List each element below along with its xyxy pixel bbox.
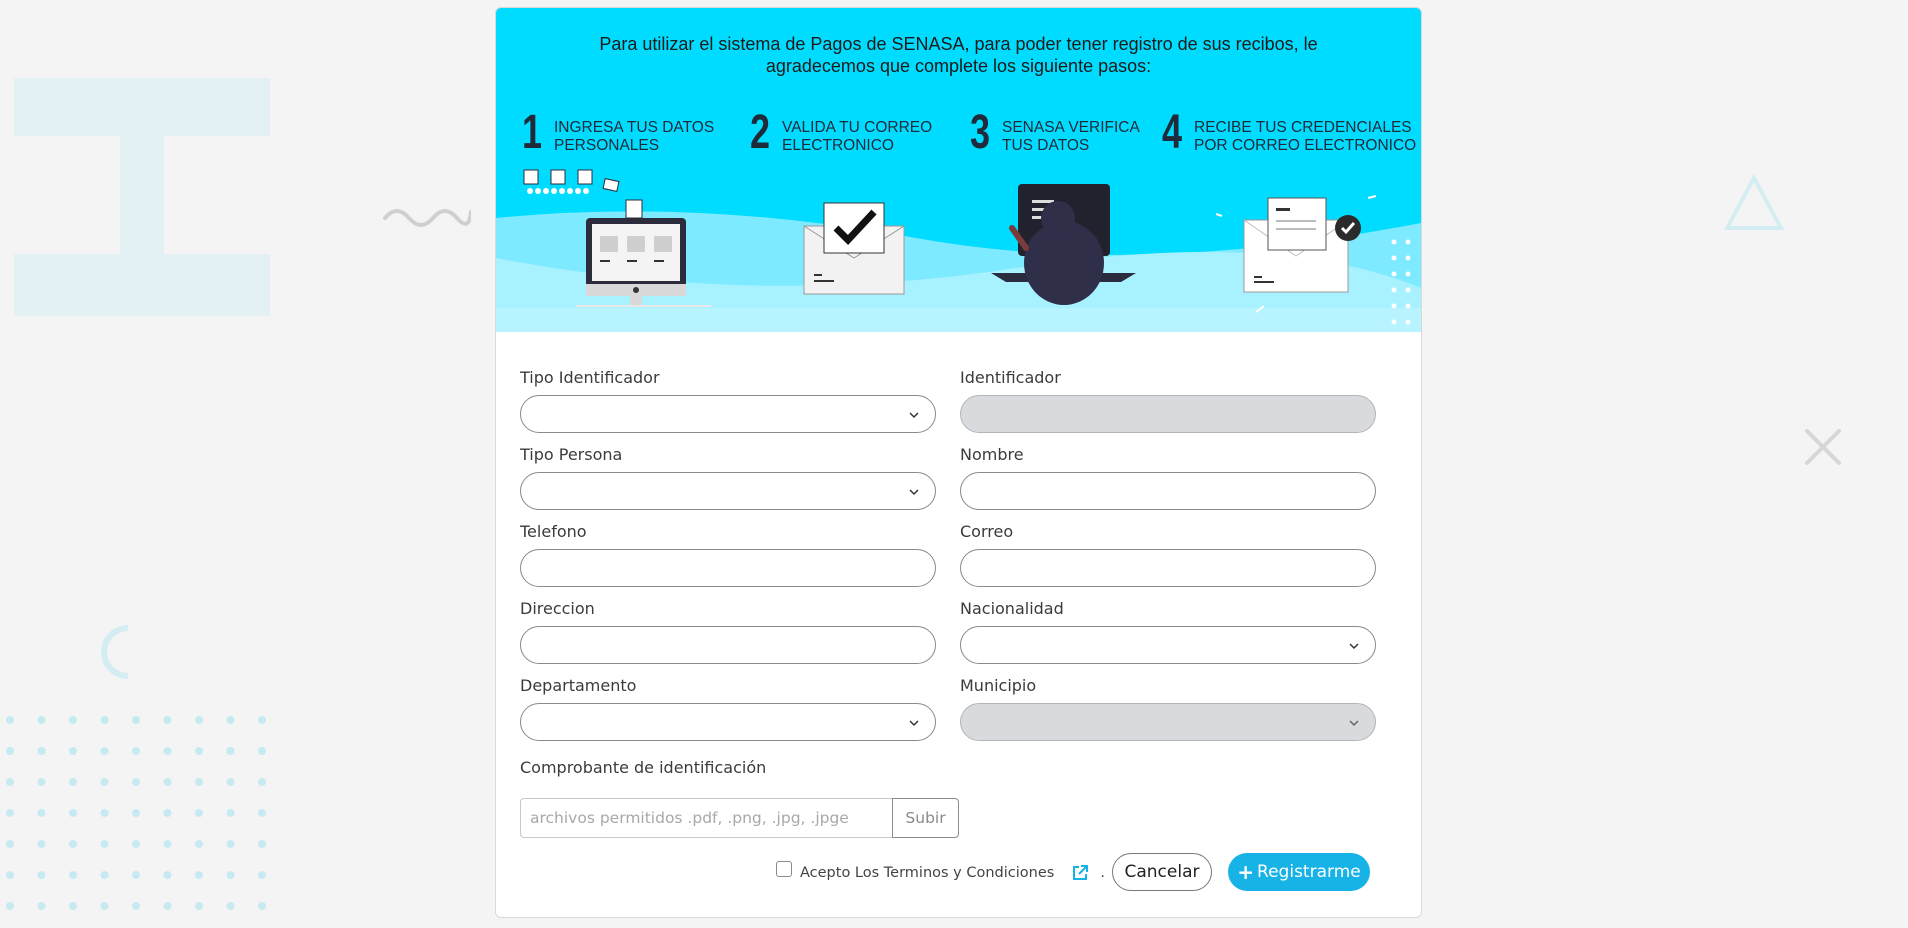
municipio-field: Municipio: [960, 676, 1376, 741]
nacionalidad-field: Nacionalidad: [960, 599, 1376, 664]
departamento-select[interactable]: [520, 703, 936, 741]
field-label: Nacionalidad: [960, 599, 1064, 618]
background-decoration-x: [1805, 429, 1841, 465]
step-number: 1: [522, 106, 543, 159]
terms-checkbox[interactable]: [776, 861, 792, 877]
tipo-identificador-field: Tipo Identificador: [520, 368, 936, 433]
background-decoration-wave: [383, 209, 471, 227]
chevron-down-icon: [1349, 643, 1359, 650]
field-label: Correo: [960, 522, 1014, 541]
step-number: 4: [1162, 106, 1183, 159]
terms-trailing-dot: .: [1100, 865, 1105, 881]
step-3: 3 SENASA VERIFICA TUS DATOS: [970, 106, 1140, 159]
field-label: Identificador: [960, 368, 1061, 387]
telefono-input[interactable]: [520, 549, 936, 587]
external-link-icon[interactable]: [1070, 863, 1090, 883]
step-text: INGRESA TUS DATOS PERSONALES: [554, 119, 715, 154]
chevron-down-icon: [909, 412, 919, 419]
register-button-label: Registrarme: [1257, 862, 1361, 882]
chevron-down-icon: [1349, 720, 1359, 727]
step-text: VALIDA TU CORREO ELECTRONICO: [782, 119, 933, 154]
field-label: Tipo Persona: [520, 445, 623, 464]
step-2: 2 VALIDA TU CORREO ELECTRONICO: [750, 106, 933, 159]
tipo-persona-select[interactable]: [520, 472, 936, 510]
correo-input[interactable]: [960, 549, 1376, 587]
step-4: 4 RECIBE TUS CREDENCIALES POR CORREO ELE…: [1162, 106, 1417, 159]
background-decoration-triangle: [1723, 174, 1785, 230]
comprobante-file-input[interactable]: archivos permitidos .pdf, .png, .jpg, .j…: [520, 798, 892, 838]
tipo-persona-field: Tipo Persona: [520, 445, 936, 510]
field-label: Direccion: [520, 599, 595, 618]
comprobante-label: Comprobante de identificación: [520, 758, 767, 777]
background-decoration-dots: [6, 716, 266, 910]
step-text: SENASA VERIFICA TUS DATOS: [1002, 119, 1140, 154]
upload-button[interactable]: Subir: [892, 798, 959, 838]
envelope-check-icon: [803, 202, 905, 295]
nombre-field: Nombre: [960, 445, 1376, 510]
field-label: Nombre: [960, 445, 1024, 464]
step-1: 1 INGRESA TUS DATOS PERSONALES: [522, 106, 715, 159]
tipo-identificador-select[interactable]: [520, 395, 936, 433]
field-label: Tipo Identificador: [520, 368, 660, 387]
step-number: 2: [750, 106, 771, 159]
registration-card: Para utilizar el sistema de Pagos de SEN…: [495, 7, 1422, 918]
banner-intro-text: Para utilizar el sistema de Pagos de SEN…: [599, 34, 1318, 76]
chevron-down-icon: [909, 489, 919, 496]
nacionalidad-select[interactable]: [960, 626, 1376, 664]
register-button[interactable]: + Registrarme: [1228, 853, 1370, 891]
identificador-field: Identificador: [960, 368, 1376, 433]
direccion-input[interactable]: [520, 626, 936, 664]
telefono-field: Telefono: [520, 522, 936, 587]
terms-label: Acepto Los Terminos y Condiciones: [800, 865, 1055, 881]
background-decoration-letter: [14, 78, 270, 316]
steps-banner: Para utilizar el sistema de Pagos de SEN…: [496, 8, 1421, 332]
step-text: RECIBE TUS CREDENCIALES POR CORREO ELECT…: [1194, 119, 1417, 154]
step-number: 3: [970, 106, 991, 159]
departamento-field: Departamento: [520, 676, 936, 741]
comprobante-field: Comprobante de identificación: [520, 758, 936, 785]
file-upload-row: archivos permitidos .pdf, .png, .jpg, .j…: [520, 798, 959, 838]
terms-row: Acepto Los Terminos y Condiciones .: [776, 861, 1105, 883]
chevron-down-icon: [909, 720, 919, 727]
plus-icon: +: [1237, 860, 1255, 884]
field-label: Municipio: [960, 676, 1037, 695]
correo-field: Correo: [960, 522, 1376, 587]
direccion-field: Direccion: [520, 599, 936, 664]
cancel-button[interactable]: Cancelar: [1112, 853, 1212, 891]
background-decoration-arc: [101, 625, 129, 679]
identificador-input[interactable]: [960, 395, 1376, 433]
field-label: Departamento: [520, 676, 637, 695]
field-label: Telefono: [520, 522, 587, 541]
nombre-input[interactable]: [960, 472, 1376, 510]
municipio-select[interactable]: [960, 703, 1376, 741]
